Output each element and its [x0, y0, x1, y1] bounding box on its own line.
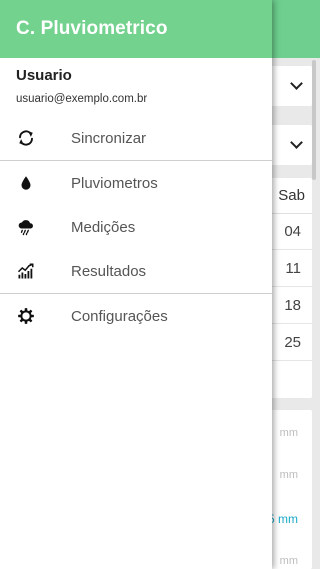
- user-name: Usuario: [16, 67, 72, 84]
- sync-icon: [17, 129, 35, 147]
- menu-item-pluviometros[interactable]: Pluviometros: [0, 161, 272, 205]
- result-value: mm: [279, 469, 298, 481]
- menu-item-resultados[interactable]: Resultados: [0, 249, 272, 293]
- scrollbar[interactable]: [312, 60, 316, 180]
- menu-item-sincronizar[interactable]: Sincronizar: [0, 116, 272, 160]
- drawer-header: C. Pluviometrico: [0, 0, 272, 58]
- user-email: usuario@exemplo.com.br: [16, 93, 148, 105]
- chart-trend-icon: [17, 262, 35, 280]
- menu-item-label: Resultados: [71, 262, 147, 280]
- menu-item-label: Sincronizar: [71, 129, 147, 147]
- navigation-drawer: C. Pluviometrico Usuario usuario@exemplo…: [0, 0, 272, 569]
- chevron-down-icon: [290, 77, 303, 90]
- menu-item-label: Pluviometros: [71, 174, 158, 192]
- menu-item-medicoes[interactable]: Medições: [0, 205, 272, 249]
- water-drop-icon: [17, 174, 35, 192]
- rain-cloud-icon: [17, 218, 35, 236]
- chevron-down-icon: [290, 136, 303, 149]
- user-account-box: Usuario usuario@exemplo.com.br: [0, 58, 272, 116]
- menu-item-label: Medições: [71, 218, 136, 236]
- gear-icon: [17, 307, 35, 325]
- result-value: mm: [279, 427, 298, 439]
- app-title: C. Pluviometrico: [16, 18, 168, 39]
- result-value: 5 mm: [268, 512, 298, 526]
- menu-item-configuracoes[interactable]: Configurações: [0, 294, 272, 338]
- menu-item-label: Configurações: [71, 307, 168, 325]
- result-value: mm: [279, 555, 298, 567]
